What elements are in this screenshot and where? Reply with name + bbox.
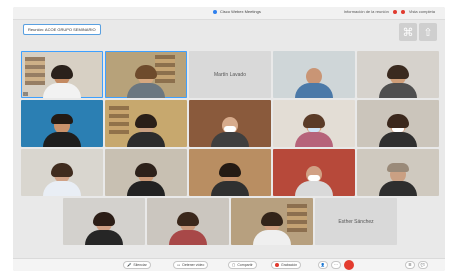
meeting-name-text: Reunión: ACOE GRUPO SEMINARIO [28,27,96,32]
name-tile[interactable]: Esther Sánchez [315,198,397,245]
app-title-text: Cisco Webex Meetings [220,9,261,14]
share-icon: ⇧ [423,26,433,39]
video-tile[interactable] [231,198,313,245]
video-tile[interactable] [105,149,187,196]
video-tile[interactable] [273,149,355,196]
microphone-icon: 🎤 [127,263,132,267]
share-screen-icon: ▢ [232,263,236,267]
record-icon [275,263,279,267]
video-tile[interactable]: · [21,51,103,98]
top-bar: Cisco Webex Meetings Información de la r… [13,7,445,20]
video-tile[interactable] [273,51,355,98]
video-camera-icon: ▭ [177,263,181,267]
webex-logo-icon [213,9,217,14]
video-tile[interactable] [63,198,145,245]
share-label: Compartir [237,263,253,267]
video-tile[interactable] [21,149,103,196]
meeting-window: Cisco Webex Meetings Información de la r… [13,7,445,271]
video-tile[interactable] [189,100,271,147]
recording-indicator-icon-2 [400,9,405,14]
share-button[interactable]: ⇧ [419,23,437,41]
panel-icon: ☰ [408,263,412,267]
mute-button[interactable]: 🎤 Silenciar [123,261,151,269]
participant-name: Martín Lavado [214,71,246,78]
video-tile[interactable] [21,100,103,147]
participants-panel-button[interactable]: ☰ [405,261,415,269]
more-options-button[interactable]: ⋯ [331,261,341,269]
layout-menu[interactable]: Vista completa [409,9,435,14]
video-tile[interactable] [105,51,187,98]
video-tile[interactable] [273,100,355,147]
mute-label: Silenciar [133,263,147,267]
participants-button[interactable]: 👤 [318,261,328,269]
participant-name: Esther Sánchez [338,218,374,225]
record-label: Grabación [281,263,298,267]
grid-icon: ⌘ [402,26,414,39]
meeting-name-chip[interactable]: Reunión: ACOE GRUPO SEMINARIO [23,24,101,35]
video-tile[interactable] [105,100,187,147]
video-tile[interactable] [147,198,229,245]
people-icon: 👤 [320,263,326,267]
chat-button[interactable]: 💬 [418,261,428,269]
stop-video-button[interactable]: ▭ Detener vídeo [173,261,209,269]
video-tile[interactable] [357,51,439,98]
end-call-button[interactable] [344,260,354,270]
chat-icon: 💬 [420,263,426,267]
record-button[interactable]: Grabación [271,261,302,269]
video-tile[interactable] [189,149,271,196]
meeting-controls: 🎤 Silenciar ▭ Detener vídeo ▢ Compartir … [13,258,445,271]
video-tile[interactable] [357,149,439,196]
video-tile[interactable] [357,100,439,147]
more-icon: ⋯ [334,263,338,267]
top-bar-right: Información de la reunión Vista completa [344,9,435,14]
meeting-info-link[interactable]: Información de la reunión [344,9,389,14]
recording-indicator-icon [392,9,397,14]
participant-label: · [23,92,28,96]
view-buttons: ⌘ ⇧ [399,23,437,41]
app-title: Cisco Webex Meetings [213,9,261,14]
grid-view-button[interactable]: ⌘ [399,23,417,41]
stop-video-label: Detener vídeo [182,263,205,267]
share-content-button[interactable]: ▢ Compartir [228,261,257,269]
name-tile[interactable]: Martín Lavado [189,51,271,98]
